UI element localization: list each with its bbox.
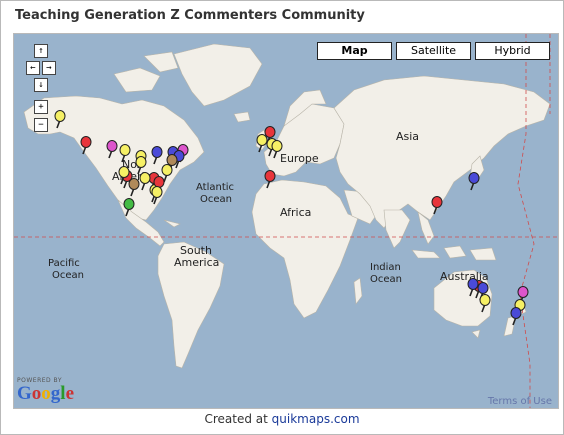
label-africa: Africa <box>280 206 312 219</box>
zoom-in-button[interactable]: + <box>34 100 48 114</box>
label-north-america-2: America <box>112 170 158 183</box>
map-widget: Teaching Generation Z Commenters Communi… <box>0 0 564 435</box>
pan-down-button[interactable]: ↓ <box>34 78 48 92</box>
map-type-map-button[interactable]: Map <box>317 42 392 60</box>
label-pacific-2: Ocean <box>52 270 84 281</box>
label-indian-2: Ocean <box>370 274 402 285</box>
label-atlantic-2: Ocean <box>200 194 232 205</box>
pan-up-button[interactable]: ↑ <box>34 44 48 58</box>
label-pacific-1: Pacific <box>48 258 80 269</box>
zoom-out-button[interactable]: − <box>34 118 48 132</box>
pan-left-button[interactable]: ← <box>26 61 40 75</box>
label-south-america-2: America <box>174 256 220 269</box>
terms-of-use-link[interactable]: Terms of Use <box>488 396 552 407</box>
footer: Created at quikmaps.com <box>1 412 563 426</box>
pan-right-button[interactable]: → <box>42 61 56 75</box>
label-europe: Europe <box>280 152 319 165</box>
google-logo: POWERED BY Google <box>17 377 74 404</box>
map-title: Teaching Generation Z Commenters Communi… <box>15 8 365 23</box>
label-australia: Australia <box>440 270 489 283</box>
world-basemap <box>14 34 558 408</box>
map-type-hybrid-button[interactable]: Hybrid <box>475 42 550 60</box>
google-wordmark: Google <box>17 383 74 404</box>
quikmaps-link[interactable]: quikmaps.com <box>272 412 360 426</box>
label-atlantic-1: Atlantic <box>196 182 235 193</box>
label-indian-1: Indian <box>370 262 401 273</box>
map-type-satellite-button[interactable]: Satellite <box>396 42 471 60</box>
label-asia: Asia <box>396 130 420 143</box>
map-canvas[interactable]: Map Satellite Hybrid ↑ ← → ↓ + − Asia Eu… <box>13 33 559 409</box>
footer-prefix: Created at <box>204 412 268 426</box>
